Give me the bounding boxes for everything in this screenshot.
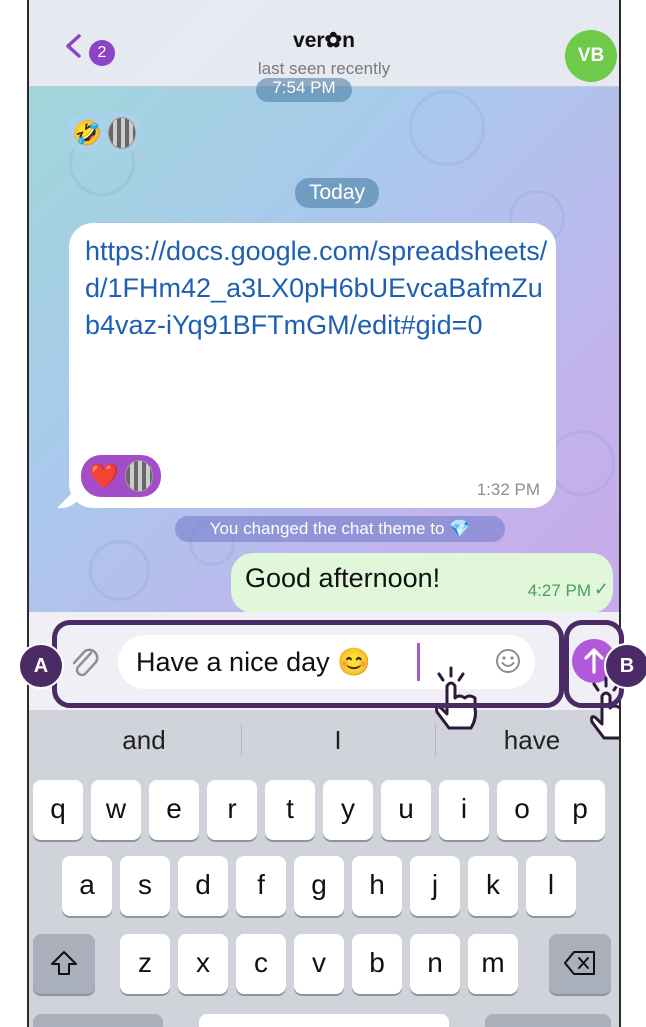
- laughing-emoji: 🤣: [72, 119, 102, 147]
- key-c[interactable]: c: [236, 934, 286, 994]
- key-e[interactable]: e: [149, 780, 199, 840]
- date-separator: Today: [295, 178, 379, 208]
- key-p[interactable]: p: [555, 780, 605, 840]
- service-message: You changed the chat theme to 💎: [175, 516, 505, 542]
- delete-key[interactable]: [549, 934, 611, 994]
- key-z[interactable]: z: [120, 934, 170, 994]
- marker-b: B: [604, 643, 646, 689]
- heart-emoji: ❤️: [89, 462, 119, 490]
- earlier-time-pill: 7:54 PM: [256, 78, 352, 102]
- key-q[interactable]: q: [33, 780, 83, 840]
- key-r[interactable]: r: [207, 780, 257, 840]
- key-y[interactable]: y: [323, 780, 373, 840]
- marker-a: A: [18, 643, 64, 689]
- key-h[interactable]: h: [352, 856, 402, 916]
- suggestion-divider: [241, 724, 242, 756]
- space-key[interactable]: [199, 1014, 449, 1027]
- key-u[interactable]: u: [381, 780, 431, 840]
- suggestion-1[interactable]: and: [49, 710, 239, 770]
- key-x[interactable]: x: [178, 934, 228, 994]
- keyboard: and I have q w e r t y u i o p a s d f g…: [29, 710, 619, 1027]
- return-key[interactable]: [485, 1014, 611, 1027]
- key-s[interactable]: s: [120, 856, 170, 916]
- outgoing-message-text: Good afternoon!: [245, 563, 441, 593]
- key-w[interactable]: w: [91, 780, 141, 840]
- key-b[interactable]: b: [352, 934, 402, 994]
- outgoing-message-bubble[interactable]: Good afternoon! 4:27 PM ✓: [231, 553, 613, 613]
- suggestion-2[interactable]: I: [243, 710, 433, 770]
- earlier-reactions[interactable]: 🤣: [64, 113, 144, 153]
- reactor-avatar: [124, 460, 153, 492]
- phone-screen: 2 ver✿n last seen recently VB 7:54 PM 🤣 …: [27, 0, 621, 1027]
- key-g[interactable]: g: [294, 856, 344, 916]
- backspace-icon: [564, 951, 595, 975]
- chat-header: 2 ver✿n last seen recently VB: [29, 0, 619, 87]
- message-reactions[interactable]: ❤️: [81, 455, 161, 497]
- key-f[interactable]: f: [236, 856, 286, 916]
- contact-name[interactable]: ver✿n: [29, 28, 619, 53]
- message-time: 1:32 PM: [476, 480, 540, 499]
- key-j[interactable]: j: [410, 856, 460, 916]
- key-o[interactable]: o: [497, 780, 547, 840]
- key-i[interactable]: i: [439, 780, 489, 840]
- message-link[interactable]: https://docs.google.com/spreadsheets/d/1…: [85, 233, 555, 344]
- key-v[interactable]: v: [294, 934, 344, 994]
- sent-check-icon: ✓: [593, 579, 609, 599]
- reactor-avatar: [107, 117, 136, 149]
- outgoing-message-time: 4:27 PM: [527, 581, 591, 600]
- key-n[interactable]: n: [410, 934, 460, 994]
- numbers-key[interactable]: [33, 1014, 163, 1027]
- shift-key[interactable]: [33, 934, 95, 994]
- key-t[interactable]: t: [265, 780, 315, 840]
- key-d[interactable]: d: [178, 856, 228, 916]
- shift-arrow-icon: [51, 951, 77, 975]
- key-k[interactable]: k: [468, 856, 518, 916]
- highlight-box-a: [52, 620, 564, 708]
- contact-avatar[interactable]: VB: [565, 30, 617, 82]
- key-l[interactable]: l: [526, 856, 576, 916]
- key-a[interactable]: a: [62, 856, 112, 916]
- incoming-message-bubble[interactable]: https://docs.google.com/spreadsheets/d/1…: [69, 223, 556, 508]
- key-m[interactable]: m: [468, 934, 518, 994]
- contact-status: last seen recently: [257, 59, 391, 78]
